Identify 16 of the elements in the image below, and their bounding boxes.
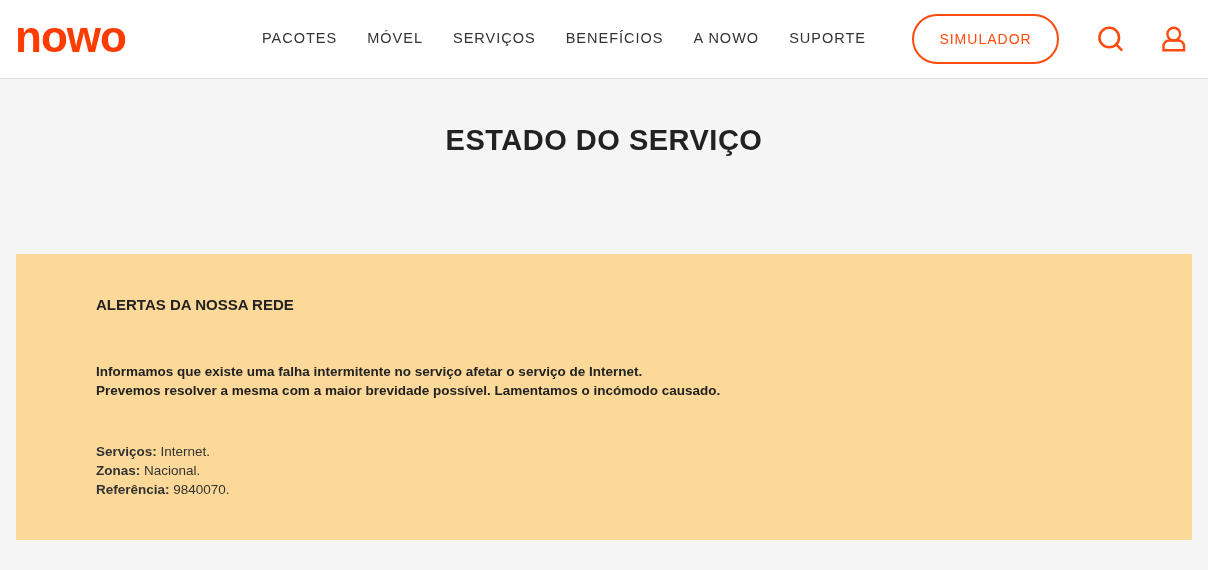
alert-detail: Serviços: Internet. — [96, 442, 212, 461]
user-icon[interactable] — [1162, 26, 1186, 52]
nav-link[interactable]: BENEFÍCIOS — [565, 28, 664, 50]
alert-title: ALERTAS DA NOSSA REDE — [96, 295, 295, 315]
nav-link[interactable]: SERVIÇOS — [453, 28, 536, 50]
page-title: ESTADO DO SERVIÇO — [444, 123, 764, 158]
nav-link[interactable]: MÓVEL — [367, 28, 423, 50]
alert-detail: Zonas: Nacional. — [96, 461, 202, 480]
alert-message: Informamos que existe uma falha intermitente no serviço afetar o serviço de Internet. — [96, 362, 644, 381]
logo[interactable]: nowo — [15, 15, 162, 59]
nav-link[interactable]: SUPORTE — [789, 28, 866, 50]
nav-link[interactable]: PACOTES — [262, 28, 338, 50]
alert-detail: Referência: 9840070. — [96, 480, 231, 499]
alert-message: Prevemos resolver a mesma com a maior brevidade possível. Lamentamos o incómodo causado. — [96, 381, 722, 400]
nav-link[interactable]: A NOWO — [693, 28, 760, 50]
search-icon[interactable] — [1097, 25, 1125, 53]
